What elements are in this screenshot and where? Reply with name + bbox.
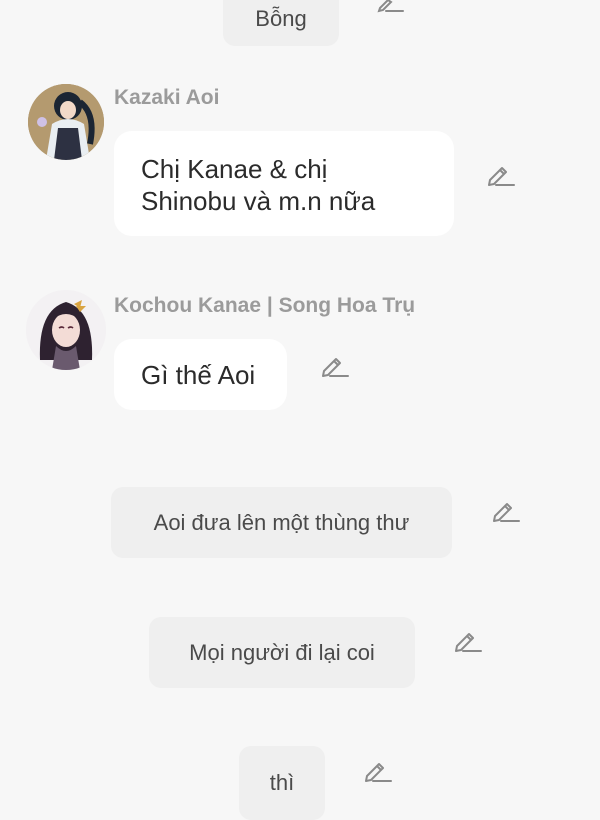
sender-name: Kazaki Aoi xyxy=(114,86,220,109)
avatar-kazaki-aoi[interactable] xyxy=(28,84,104,160)
narration-text: Mọi người đi lại coi xyxy=(189,639,375,665)
narration-text: thì xyxy=(269,770,295,795)
message-bubble: Chị Kanae & chị Shinobu và m.n nữa xyxy=(114,131,454,236)
message-text: Gì thế Aoi xyxy=(141,360,256,390)
avatar-kochou-kanae[interactable] xyxy=(26,290,106,370)
edit-icon[interactable] xyxy=(320,351,350,379)
narration-bubble: thì xyxy=(239,746,325,820)
edit-icon[interactable] xyxy=(486,160,516,188)
message-bubble: Gì thế Aoi xyxy=(114,339,287,410)
message-text-line: Chị Kanae & chị xyxy=(141,154,328,184)
narration-bubble: Mọi người đi lại coi xyxy=(149,617,415,688)
edit-icon[interactable] xyxy=(363,756,393,784)
edit-icon[interactable] xyxy=(491,496,521,524)
narration-bubble-top: Bỗng xyxy=(223,0,339,46)
edit-icon[interactable] xyxy=(453,626,483,654)
narration-text: Bỗng xyxy=(255,6,307,31)
narration-text: Aoi đưa lên một thùng thư xyxy=(153,509,410,535)
message-text-line: Shinobu và m.n nữa xyxy=(141,186,376,216)
edit-icon[interactable] xyxy=(376,0,406,14)
sender-name: Kochou Kanae | Song Hoa Trụ xyxy=(114,294,416,317)
narration-bubble: Aoi đưa lên một thùng thư xyxy=(111,487,452,558)
